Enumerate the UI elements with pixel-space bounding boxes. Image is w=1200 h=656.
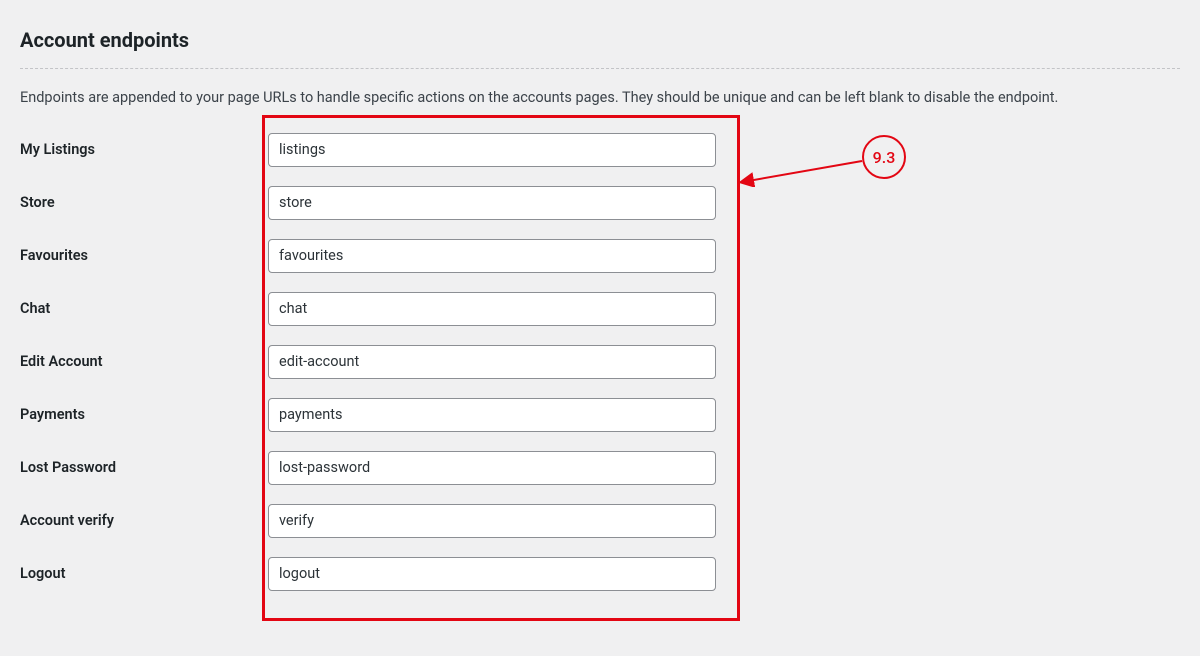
row-label: Lost Password [20,459,268,476]
section-description: Endpoints are appended to your page URLs… [20,87,1180,109]
favourites-input[interactable] [268,239,716,273]
row-edit-account: Edit Account [20,345,1180,379]
chat-input[interactable] [268,292,716,326]
lost-password-input[interactable] [268,451,716,485]
row-my-listings: My Listings [20,133,1180,167]
title-divider [20,68,1180,69]
logout-input[interactable] [268,557,716,591]
payments-input[interactable] [268,398,716,432]
row-label: Store [20,194,268,211]
row-logout: Logout [20,557,1180,591]
row-label: Payments [20,406,268,423]
row-label: Logout [20,565,268,582]
row-label: Edit Account [20,353,268,370]
row-label: Chat [20,300,268,317]
row-favourites: Favourites [20,239,1180,273]
row-lost-password: Lost Password [20,451,1180,485]
account-verify-input[interactable] [268,504,716,538]
section-title: Account endpoints [20,28,1180,52]
my-listings-input[interactable] [268,133,716,167]
row-chat: Chat [20,292,1180,326]
store-input[interactable] [268,186,716,220]
row-store: Store [20,186,1180,220]
row-label: My Listings [20,141,268,158]
row-label: Account verify [20,512,268,529]
row-account-verify: Account verify [20,504,1180,538]
edit-account-input[interactable] [268,345,716,379]
row-payments: Payments [20,398,1180,432]
row-label: Favourites [20,247,268,264]
